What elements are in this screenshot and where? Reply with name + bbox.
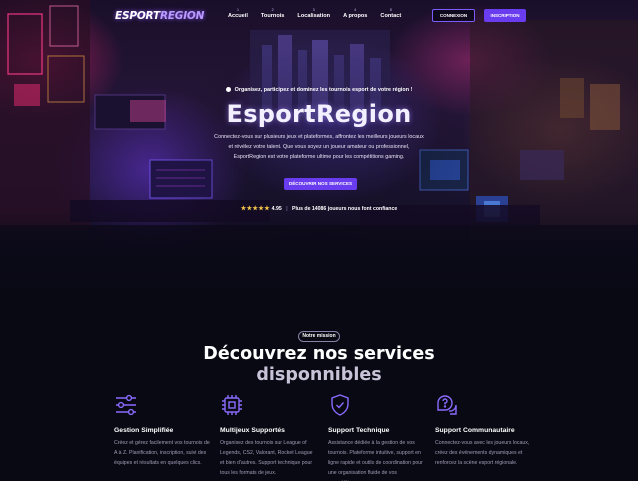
nav-link-label: Contact <box>380 13 402 19</box>
service-card-description: Créez et gérez facilement vos tournois d… <box>114 440 210 466</box>
services-subtitle: disponnibles <box>256 365 382 385</box>
discover-services-button[interactable]: DÉCOUVRIR NOS SERVICES <box>284 178 357 190</box>
hero-fade <box>0 210 638 300</box>
service-card-multijeux: Multijeux Supportés Organisez des tourno… <box>220 393 316 478</box>
nav-link-number: 1 <box>236 8 239 12</box>
nav-link-localisation[interactable]: 3 Localisation <box>297 8 330 19</box>
service-card-title: Gestion Simplifiée <box>114 427 174 434</box>
service-card-description: Organisez des tournois sur League of Leg… <box>220 440 313 476</box>
service-card-support-technique: Support Technique Assistance dédiée à la… <box>328 393 424 481</box>
signup-button[interactable]: INSCRIPTION <box>484 9 526 22</box>
service-card-description: Assistance dédiée à la gestion de vos to… <box>328 440 423 481</box>
nav-link-number: 4 <box>354 8 357 12</box>
site-logo[interactable]: ESPORTREGION <box>115 10 204 22</box>
hero-description: Connectez-vous sur plusieurs jeux et pla… <box>214 134 424 161</box>
nav-link-accueil[interactable]: 1 Accueil <box>228 8 248 19</box>
mission-badge: Notre mission <box>298 331 340 342</box>
hero-tagline: Organisez, participez et dominez les tou… <box>0 87 638 93</box>
nav-link-number: 5 <box>389 8 392 12</box>
chat-question-icon <box>437 395 457 415</box>
hero-title: EsportRegion <box>226 100 412 128</box>
service-card-title: Support Technique <box>328 427 390 434</box>
shield-check-icon <box>331 394 349 416</box>
nav-link-number: 2 <box>271 8 274 12</box>
logo-prefix: ESPORT <box>115 10 160 22</box>
service-card-gestion: Gestion Simplifiée Créez et gérez facile… <box>114 393 210 468</box>
nav-link-label: A propos <box>343 13 368 19</box>
hero-tagline-text: Organisez, participez et dominez les tou… <box>234 87 413 93</box>
services-title: Découvrez nos services <box>203 344 435 364</box>
nav-link-tournois[interactable]: 2 Tournois <box>261 8 285 19</box>
nav-link-label: Localisation <box>297 13 331 19</box>
trust-text: Plus de 14086 joueurs nous font confianc… <box>292 206 398 212</box>
star-rating-icon: ★★★★★ <box>240 206 271 212</box>
service-card-title: Support Communautaire <box>435 427 515 434</box>
rating-separator: | <box>286 206 288 212</box>
nav-link-number: 3 <box>312 8 315 12</box>
nav-link-contact[interactable]: 5 Contact <box>380 8 401 19</box>
nav-link-a-propos[interactable]: 4 A propos <box>343 8 367 19</box>
login-button[interactable]: CONNEXION <box>432 9 475 22</box>
nav-link-label: Tournois <box>260 13 285 19</box>
nav-links: 1 Accueil 2 Tournois 3 Localisation 4 A … <box>228 8 414 19</box>
service-card-communautaire: Support Communautaire Connectez-vous ave… <box>435 393 531 468</box>
navbar: ESPORTREGION 1 Accueil 2 Tournois 3 Loca… <box>0 0 638 32</box>
rating-bar: ★★★★★ 4.95 | Plus de 14086 joueurs nous … <box>0 205 638 212</box>
sliders-icon <box>116 394 136 416</box>
service-card-title: Multijeux Supportés <box>220 427 285 434</box>
service-card-description: Connectez-vous avec les joueurs locaux, … <box>435 440 530 466</box>
rating-value: 4.95 <box>271 206 282 212</box>
nav-link-label: Accueil <box>228 13 248 19</box>
chip-icon <box>222 395 242 415</box>
dot-icon <box>225 87 231 92</box>
logo-suffix: REGION <box>159 10 205 22</box>
